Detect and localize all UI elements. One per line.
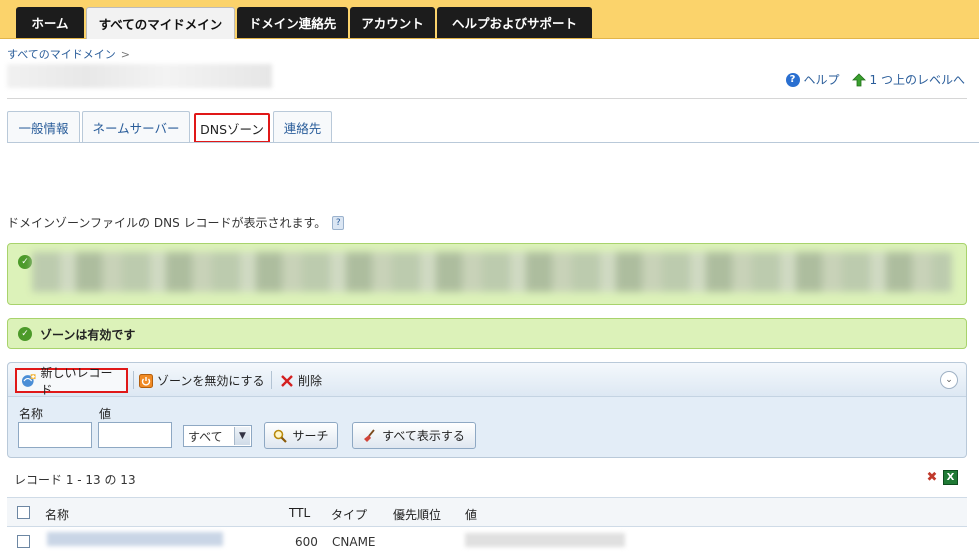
tab-label: ネームサーバー bbox=[92, 121, 180, 136]
nav-tab-label: アカウント bbox=[361, 16, 424, 31]
breadcrumb-separator: > bbox=[120, 48, 131, 61]
export-icons: ✖ X bbox=[925, 470, 958, 485]
tab-general-info[interactable]: 一般情報 bbox=[7, 111, 80, 143]
tab-label: DNSゾーン bbox=[200, 121, 264, 137]
value-filter-label: 値 bbox=[99, 407, 112, 421]
chevron-down-icon[interactable]: ⌄ bbox=[940, 371, 958, 389]
tab-dns-zone[interactable]: DNSゾーン bbox=[194, 113, 270, 143]
value-filter-input[interactable] bbox=[98, 422, 172, 448]
column-header-type[interactable]: タイプ bbox=[331, 506, 367, 523]
power-icon bbox=[139, 373, 153, 388]
new-record-label: 新しいレコード bbox=[40, 365, 113, 397]
nav-tab-label: ドメイン連絡先 bbox=[248, 16, 337, 31]
delete-label: 削除 bbox=[298, 374, 323, 388]
page-title-redacted bbox=[7, 64, 272, 88]
description-text: ドメインゾーンファイルの DNS レコードが表示されます。 bbox=[7, 216, 327, 230]
tab-contacts[interactable]: 連絡先 bbox=[273, 111, 332, 143]
show-all-label: すべて表示する bbox=[382, 429, 465, 443]
type-filter-select[interactable]: すべて ▼ bbox=[183, 425, 252, 447]
show-all-button[interactable]: すべて表示する bbox=[352, 422, 476, 449]
tab-label: 一般情報 bbox=[18, 121, 69, 136]
search-button-label: サーチ bbox=[292, 429, 329, 443]
disable-zone-label: ゾーンを無効にする bbox=[157, 374, 265, 388]
redacted-message bbox=[32, 252, 952, 292]
info-message-box: ✓ bbox=[7, 243, 967, 305]
header-links: ? ヘルプ 1 つ上のレベルへ bbox=[785, 71, 965, 88]
table-header: 名称 TTL タイプ 優先順位 値 bbox=[7, 497, 967, 527]
redacted-record-value bbox=[465, 533, 625, 547]
up-level-link[interactable]: 1 つ上のレベルへ bbox=[851, 71, 965, 88]
nav-tab-domain-contacts[interactable]: ドメイン連絡先 bbox=[237, 7, 348, 38]
column-header-value[interactable]: 値 bbox=[465, 506, 477, 523]
nav-tab-label: ホーム bbox=[31, 16, 69, 31]
help-link-label: ヘルプ bbox=[803, 73, 840, 87]
zone-status-box: ✓ ゾーンは有効です bbox=[7, 318, 967, 349]
checkmark-icon: ✓ bbox=[18, 327, 32, 341]
toolbar-separator bbox=[271, 371, 272, 389]
nav-tab-all-domains[interactable]: すべてのマイドメイン bbox=[86, 7, 235, 39]
nav-tab-label: すべてのマイドメイン bbox=[98, 17, 223, 32]
nav-tab-label: ヘルプおよびサポート bbox=[451, 16, 577, 31]
redacted-record-name[interactable] bbox=[47, 532, 223, 546]
tab-baseline bbox=[7, 142, 979, 143]
record-count: レコード 1 - 13 の 13 bbox=[14, 473, 136, 487]
toolbar-separator bbox=[133, 371, 134, 389]
tab-name-servers[interactable]: ネームサーバー bbox=[82, 111, 190, 143]
records-toolbar: 新しいレコード ゾーンを無効にする 削除 ⌄ bbox=[8, 363, 966, 397]
search-icon bbox=[274, 429, 288, 443]
search-button[interactable]: サーチ bbox=[264, 422, 338, 449]
broom-icon bbox=[364, 428, 375, 442]
column-header-name[interactable]: 名称 bbox=[45, 506, 69, 523]
zone-status-text: ゾーンは有効です bbox=[40, 328, 136, 342]
nav-tab-help-support[interactable]: ヘルプおよびサポート bbox=[437, 7, 592, 38]
breadcrumb: すべてのマイドメイン > bbox=[7, 46, 130, 62]
dropdown-arrow-icon: ▼ bbox=[234, 427, 250, 445]
help-link[interactable]: ? ヘルプ bbox=[785, 71, 840, 88]
excel-export-icon[interactable]: X bbox=[943, 470, 958, 485]
row-checkbox[interactable] bbox=[17, 535, 30, 548]
type-filter-value: すべて bbox=[188, 429, 223, 444]
columns-config-icon[interactable]: ✖ bbox=[925, 470, 939, 485]
top-nav-bar: ホーム すべてのマイドメイン ドメイン連絡先 アカウント ヘルプおよびサポート bbox=[0, 0, 979, 39]
record-ttl: 600 bbox=[295, 535, 318, 549]
nav-tab-account[interactable]: アカウント bbox=[350, 7, 435, 38]
delete-icon bbox=[281, 374, 293, 387]
disable-zone-button[interactable]: ゾーンを無効にする bbox=[135, 368, 269, 393]
table-row[interactable]: 600 CNAME bbox=[7, 528, 967, 552]
delete-button[interactable]: 削除 bbox=[276, 368, 326, 393]
dns-description: ドメインゾーンファイルの DNS レコードが表示されます。 ? bbox=[7, 214, 345, 231]
tab-label: 連絡先 bbox=[283, 121, 322, 136]
column-header-ttl[interactable]: TTL bbox=[289, 506, 310, 520]
new-record-icon bbox=[21, 373, 36, 387]
info-help-icon[interactable]: ? bbox=[332, 215, 345, 230]
record-type: CNAME bbox=[332, 535, 376, 549]
name-filter-label: 名称 bbox=[19, 407, 44, 421]
help-icon: ? bbox=[785, 72, 800, 87]
checkmark-icon: ✓ bbox=[18, 255, 32, 269]
records-panel: 新しいレコード ゾーンを無効にする 削除 ⌄ 名称 値 すべて ▼ サーチ すべ… bbox=[7, 362, 967, 458]
nav-tab-home[interactable]: ホーム bbox=[16, 7, 84, 38]
name-filter-input[interactable] bbox=[18, 422, 92, 448]
up-level-label: 1 つ上のレベルへ bbox=[869, 73, 965, 87]
breadcrumb-link-all-domains[interactable]: すべてのマイドメイン bbox=[7, 48, 116, 61]
up-arrow-icon bbox=[851, 72, 866, 87]
column-header-priority[interactable]: 優先順位 bbox=[393, 506, 441, 523]
select-all-checkbox[interactable] bbox=[17, 506, 30, 519]
divider bbox=[7, 98, 967, 99]
new-record-button[interactable]: 新しいレコード bbox=[15, 366, 128, 397]
